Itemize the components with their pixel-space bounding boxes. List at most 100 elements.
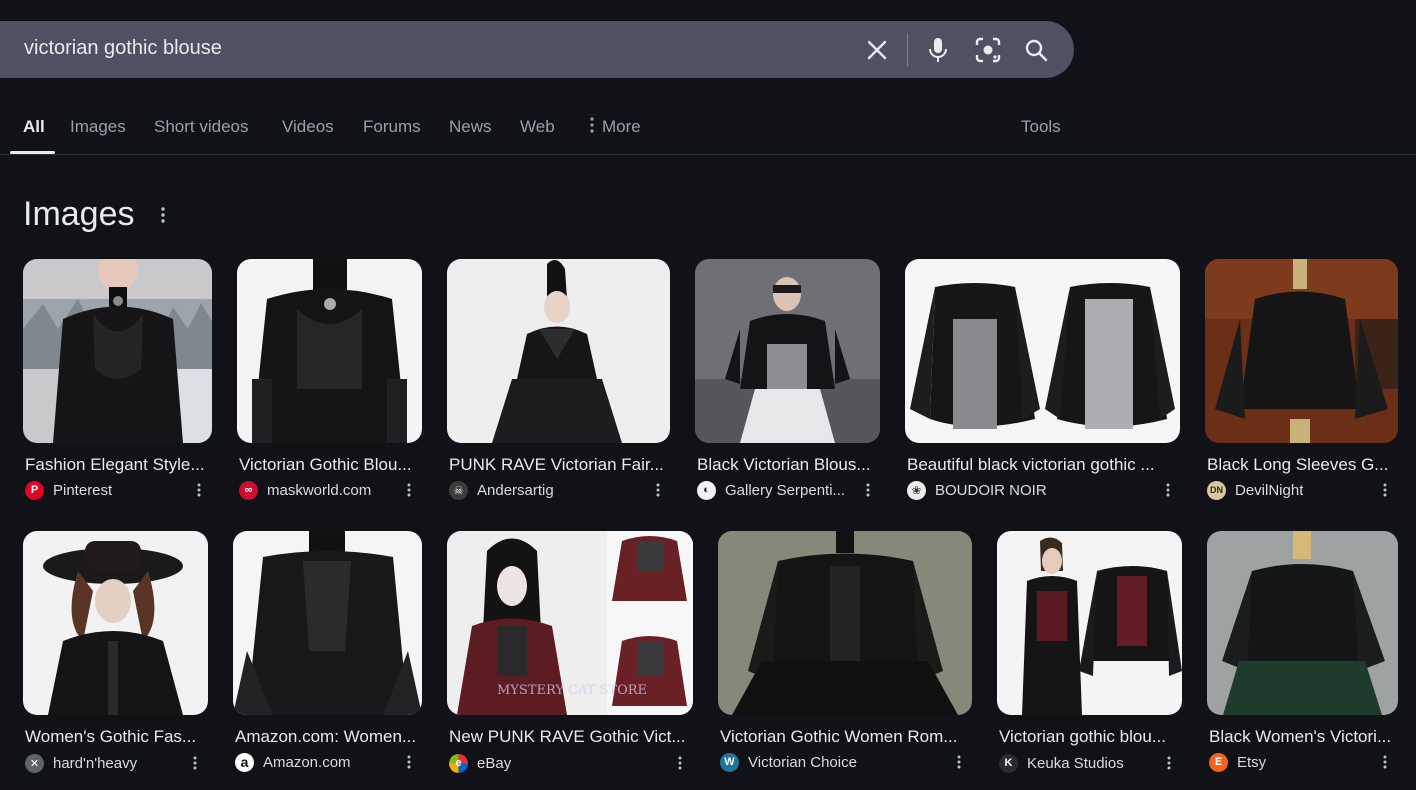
- boudoir-noir-favicon-icon: ❀: [907, 480, 926, 500]
- result-more-icon[interactable]: [402, 479, 416, 501]
- tab-images[interactable]: Images: [70, 117, 126, 137]
- tab-forums[interactable]: Forums: [363, 117, 421, 137]
- tab-more[interactable]: More: [590, 117, 641, 138]
- image-result-title[interactable]: Victorian Gothic Blou...: [239, 455, 422, 475]
- amazon-favicon-icon: a: [235, 752, 254, 772]
- search-icon[interactable]: [1020, 34, 1052, 66]
- maskworld-favicon-icon: ∞: [239, 480, 258, 500]
- image-source[interactable]: e eBay: [449, 752, 511, 774]
- pinterest-favicon-icon: P: [25, 480, 44, 500]
- image-result-card[interactable]: MYSTERY CAT STORE New PUNK RAVE Gothic V…: [447, 531, 693, 781]
- watermark-text: MYSTERY CAT STORE: [497, 683, 648, 698]
- result-more-icon[interactable]: [402, 751, 416, 773]
- image-thumbnail[interactable]: [718, 531, 972, 715]
- image-result-title[interactable]: New PUNK RAVE Gothic Vict...: [449, 727, 689, 747]
- image-result-card[interactable]: Victorian Gothic Women Rom... W Victoria…: [718, 531, 972, 781]
- image-thumbnail[interactable]: [695, 259, 880, 443]
- image-result-title[interactable]: Victorian Gothic Women Rom...: [720, 727, 970, 747]
- result-more-icon[interactable]: [952, 751, 966, 773]
- tab-videos[interactable]: Videos: [282, 117, 334, 137]
- image-source[interactable]: E Etsy: [1209, 751, 1266, 773]
- image-thumbnail[interactable]: [237, 259, 422, 443]
- image-result-card[interactable]: Fashion Elegant Style... P Pinterest: [23, 259, 212, 509]
- image-source-name: eBay: [477, 754, 512, 772]
- image-result-title[interactable]: Black Victorian Blous...: [697, 455, 880, 475]
- tools-button[interactable]: Tools: [1021, 117, 1061, 137]
- image-result-card[interactable]: Victorian Gothic Blou... ∞ maskworld.com: [237, 259, 422, 509]
- image-thumbnail[interactable]: MYSTERY CAT STORE: [447, 531, 693, 715]
- image-source[interactable]: ∞ maskworld.com: [239, 479, 371, 501]
- image-result-title[interactable]: PUNK RAVE Victorian Fair...: [449, 455, 669, 475]
- image-result-title[interactable]: Black Women's Victori...: [1209, 727, 1398, 747]
- result-more-icon[interactable]: [673, 752, 687, 774]
- more-dots-icon: [590, 117, 594, 138]
- image-source[interactable]: W Victorian Choice: [720, 751, 857, 773]
- etsy-favicon-icon: E: [1209, 752, 1228, 772]
- image-source-name: Amazon.com: [263, 753, 351, 771]
- image-result-card[interactable]: Women's Gothic Fas... ✕ hard'n'heavy: [23, 531, 208, 781]
- result-more-icon[interactable]: [861, 479, 875, 501]
- image-result-card[interactable]: Beautiful black victorian gothic ... ❀ B…: [905, 259, 1180, 509]
- image-source-name: Gallery Serpenti...: [725, 481, 846, 499]
- section-more-icon[interactable]: [154, 203, 172, 227]
- image-source-name: DevilNight: [1235, 481, 1304, 499]
- lens-icon[interactable]: [972, 34, 1004, 66]
- image-result-card[interactable]: Black Women's Victori... E Etsy: [1207, 531, 1398, 781]
- image-result-title[interactable]: Victorian gothic blou...: [999, 727, 1182, 747]
- andersartig-favicon-icon: ☠: [449, 480, 468, 500]
- tab-news[interactable]: News: [449, 117, 492, 137]
- image-source[interactable]: ◐ Gallery Serpenti...: [697, 479, 845, 501]
- microphone-icon[interactable]: [922, 34, 954, 66]
- image-thumbnail[interactable]: [997, 531, 1182, 715]
- image-thumbnail[interactable]: [905, 259, 1180, 443]
- image-thumbnail[interactable]: [1207, 531, 1398, 715]
- image-source[interactable]: DN DevilNight: [1207, 479, 1303, 501]
- image-source[interactable]: a Amazon.com: [235, 751, 351, 773]
- image-result-title[interactable]: Black Long Sleeves G...: [1207, 455, 1396, 475]
- image-source[interactable]: ☠ Andersartig: [449, 479, 554, 501]
- search-divider: [907, 33, 908, 67]
- close-icon[interactable]: [861, 34, 893, 66]
- image-source[interactable]: P Pinterest: [25, 479, 112, 501]
- devilnight-favicon-icon: DN: [1207, 480, 1226, 500]
- image-source-name: Victorian Choice: [748, 753, 857, 771]
- image-thumbnail[interactable]: [23, 531, 208, 715]
- image-result-card[interactable]: Victorian gothic blou... K Keuka Studios: [997, 531, 1182, 781]
- tab-all[interactable]: All: [23, 117, 45, 137]
- image-result-card[interactable]: Black Victorian Blous... ◐ Gallery Serpe…: [695, 259, 880, 509]
- image-source-name: BOUDOIR NOIR: [935, 481, 1047, 499]
- tab-web[interactable]: Web: [520, 117, 555, 137]
- tab-more-label: More: [602, 117, 641, 136]
- tab-short-videos[interactable]: Short videos: [154, 117, 249, 137]
- search-tabs: All Images Short videos Videos Forums Ne…: [0, 100, 1416, 155]
- image-result-title[interactable]: Women's Gothic Fas...: [25, 727, 208, 747]
- wordpress-favicon-icon: W: [720, 752, 739, 772]
- image-thumbnail[interactable]: [447, 259, 670, 443]
- result-more-icon[interactable]: [188, 752, 202, 774]
- result-more-icon[interactable]: [1162, 752, 1176, 774]
- image-result-title[interactable]: Beautiful black victorian gothic ...: [907, 455, 1175, 475]
- image-thumbnail[interactable]: [233, 531, 422, 715]
- result-more-icon[interactable]: [651, 479, 665, 501]
- image-source-name: maskworld.com: [267, 481, 372, 499]
- image-source-name: Etsy: [1237, 753, 1267, 771]
- ebay-favicon-icon: e: [449, 753, 468, 773]
- image-result-card[interactable]: PUNK RAVE Victorian Fair... ☠ Andersarti…: [447, 259, 670, 509]
- image-source[interactable]: ✕ hard'n'heavy: [25, 752, 137, 774]
- image-result-title[interactable]: Fashion Elegant Style...: [25, 455, 210, 475]
- image-thumbnail[interactable]: [23, 259, 212, 443]
- search-bar[interactable]: victorian gothic blouse: [0, 21, 1074, 78]
- image-result-card[interactable]: Amazon.com: Women... a Amazon.com: [233, 531, 422, 781]
- image-thumbnail[interactable]: [1205, 259, 1398, 443]
- search-input[interactable]: victorian gothic blouse: [24, 37, 222, 60]
- result-more-icon[interactable]: [1161, 479, 1175, 501]
- result-more-icon[interactable]: [1378, 479, 1392, 501]
- image-result-card[interactable]: Black Long Sleeves G... DN DevilNight: [1205, 259, 1398, 509]
- image-result-title[interactable]: Amazon.com: Women...: [235, 727, 422, 747]
- image-source[interactable]: ❀ BOUDOIR NOIR: [907, 479, 1047, 501]
- image-source[interactable]: K Keuka Studios: [999, 752, 1124, 774]
- result-more-icon[interactable]: [192, 479, 206, 501]
- result-more-icon[interactable]: [1378, 751, 1392, 773]
- gallery-serpentine-favicon-icon: ◐: [697, 480, 716, 500]
- images-section-title: Images: [23, 195, 135, 233]
